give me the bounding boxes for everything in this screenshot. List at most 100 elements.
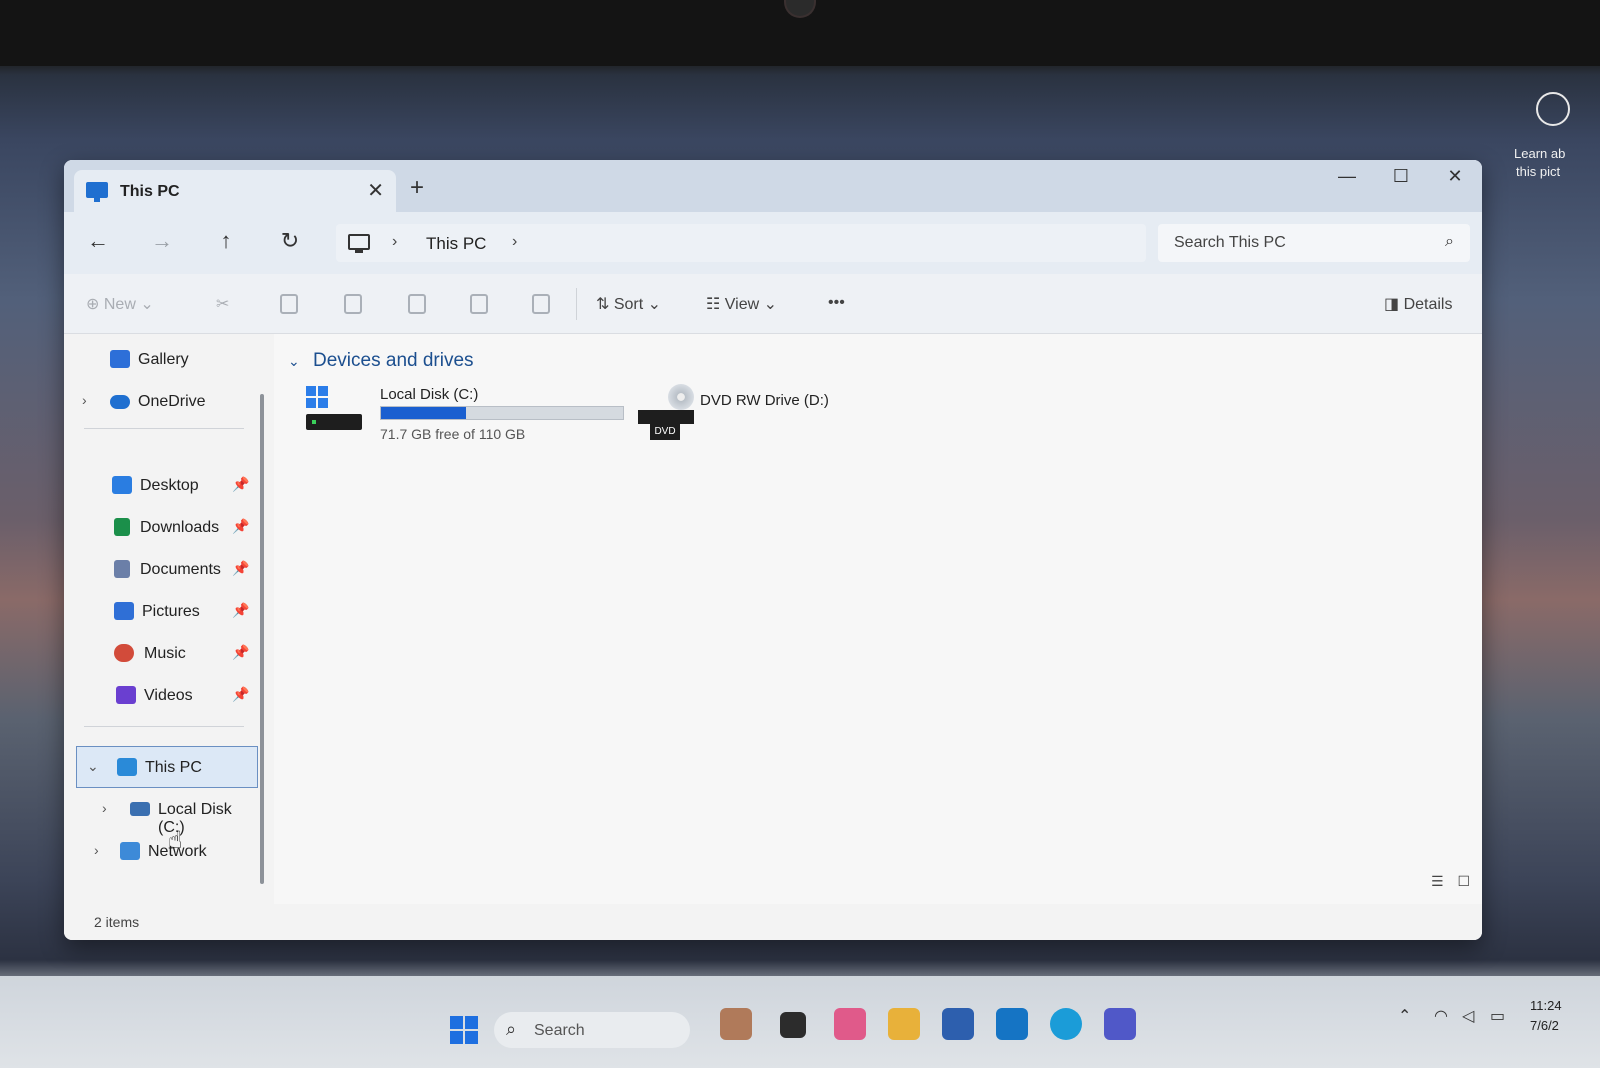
drive-free-space: 71.7 GB free of 110 GB	[380, 426, 526, 442]
onedrive-icon	[110, 395, 130, 409]
chevron-right-icon[interactable]: ›	[94, 842, 99, 858]
store-icon[interactable]	[942, 1008, 974, 1040]
breadcrumb[interactable]: › This PC ›	[336, 224, 1146, 262]
breadcrumb-separator[interactable]: ›	[392, 233, 397, 251]
widgets-icon[interactable]	[720, 1008, 752, 1040]
chevron-right-icon[interactable]: ›	[102, 800, 107, 816]
chevron-down-icon: ⌄	[140, 296, 154, 313]
task-view-icon[interactable]	[780, 1012, 806, 1038]
drive-tile-local-disk[interactable]: Local Disk (C:) 71.7 GB free of 110 GB	[304, 384, 634, 454]
edge-icon[interactable]	[1050, 1008, 1082, 1040]
search-placeholder: Search This PC	[1174, 234, 1286, 251]
file-explorer-icon[interactable]	[888, 1008, 920, 1040]
cut-button[interactable]: ✂	[216, 294, 229, 314]
computer-icon[interactable]	[348, 234, 370, 253]
group-header-label: Devices and drives	[313, 350, 474, 371]
forward-button[interactable]: →	[148, 230, 176, 252]
pin-icon[interactable]: 📌	[232, 476, 249, 493]
title-bar: This PC ✕ + — ☐ ✕	[64, 160, 1482, 212]
file-explorer-window: This PC ✕ + — ☐ ✕ ← → ↑ ↻ › This PC › Se…	[64, 160, 1482, 940]
tab-close-button[interactable]: ✕	[367, 178, 384, 203]
minimize-button[interactable]: —	[1332, 166, 1362, 187]
download-icon	[114, 518, 130, 536]
details-view-icon[interactable]: ☰	[1431, 873, 1444, 889]
learn-about-picture-label-2[interactable]: this pict	[1516, 164, 1560, 179]
pin-icon[interactable]: 📌	[232, 644, 249, 661]
taskbar-search-label: Search	[534, 1022, 585, 1039]
refresh-button[interactable]: ↻	[276, 230, 304, 252]
nav-item-network[interactable]: › Network	[64, 836, 260, 868]
pictures-icon	[114, 602, 134, 620]
nav-item-downloads[interactable]: Downloads 📌	[64, 512, 260, 544]
nav-item-local-disk[interactable]: › Local Disk (C:)	[64, 794, 260, 836]
nav-item-videos[interactable]: Videos 📌	[64, 680, 260, 712]
nav-item-label: OneDrive	[138, 393, 206, 410]
chevron-up-icon[interactable]: ⌃	[1398, 1006, 1411, 1026]
documents-icon	[114, 560, 130, 578]
drive-name: Local Disk (C:)	[380, 386, 479, 403]
nav-item-label: Gallery	[138, 351, 189, 368]
delete-button[interactable]	[532, 294, 550, 319]
new-button[interactable]: ⊕ New ⌄	[86, 294, 154, 314]
view-button[interactable]: ☷ View ⌄	[706, 294, 777, 314]
view-button-label: View	[724, 296, 760, 313]
outlook-icon[interactable]	[996, 1008, 1028, 1040]
nav-item-this-pc[interactable]: ⌄ This PC	[76, 746, 258, 788]
nav-scrollbar[interactable]	[260, 394, 264, 884]
nav-item-gallery[interactable]: Gallery	[64, 344, 260, 376]
chevron-right-icon[interactable]: ›	[82, 392, 87, 408]
learn-about-picture-icon[interactable]	[1536, 92, 1570, 126]
learn-about-picture-label-1[interactable]: Learn ab	[1514, 146, 1565, 161]
share-button[interactable]	[470, 294, 488, 319]
wifi-icon[interactable]: ◠	[1434, 1006, 1448, 1026]
rename-button[interactable]	[408, 294, 426, 319]
nav-item-desktop[interactable]: Desktop 📌	[64, 470, 260, 502]
view-icon: ☷	[706, 296, 721, 313]
details-button[interactable]: ◨ Details	[1384, 294, 1452, 314]
copy-button[interactable]	[280, 294, 298, 319]
paste-button[interactable]	[344, 294, 362, 319]
more-options-button[interactable]: •••	[828, 294, 845, 312]
copilot-icon[interactable]	[834, 1008, 866, 1040]
breadcrumb-separator[interactable]: ›	[512, 233, 517, 251]
start-button[interactable]	[450, 1016, 478, 1044]
pin-icon[interactable]: 📌	[232, 686, 249, 703]
pin-icon[interactable]: 📌	[232, 560, 249, 577]
nav-item-documents[interactable]: Documents 📌	[64, 554, 260, 586]
search-input[interactable]: Search This PC ⌕	[1158, 224, 1470, 262]
trash-icon	[532, 294, 550, 314]
breadcrumb-this-pc[interactable]: This PC	[426, 234, 486, 254]
rename-icon	[408, 294, 426, 314]
tab-this-pc[interactable]: This PC ✕	[74, 170, 396, 212]
nav-divider	[84, 726, 244, 727]
pin-icon[interactable]: 📌	[232, 602, 249, 619]
chevron-down-icon[interactable]: ⌄	[288, 353, 300, 369]
pin-icon[interactable]: 📌	[232, 518, 249, 535]
mouse-cursor-icon: ☝	[168, 827, 183, 854]
system-clock[interactable]: 11:24 7/6/2	[1530, 996, 1562, 1036]
back-button[interactable]: ←	[84, 230, 112, 252]
group-header-devices[interactable]: ⌄ Devices and drives	[288, 350, 474, 372]
tiles-view-icon[interactable]: ☐	[1457, 873, 1470, 889]
battery-icon[interactable]: ▭	[1490, 1006, 1505, 1026]
maximize-button[interactable]: ☐	[1386, 166, 1416, 187]
taskbar-search[interactable]: ⌕ Search	[494, 1012, 690, 1048]
paste-icon	[344, 294, 362, 314]
screen-bezel	[0, 0, 1600, 66]
teams-icon[interactable]	[1104, 1008, 1136, 1040]
nav-item-onedrive[interactable]: › OneDrive	[64, 386, 260, 418]
nav-item-label: Videos	[144, 687, 193, 704]
nav-item-pictures[interactable]: Pictures 📌	[64, 596, 260, 628]
drive-tile-dvd[interactable]: DVD DVD RW Drive (D:)	[638, 384, 868, 454]
up-button[interactable]: ↑	[212, 230, 240, 252]
command-bar: ⊕ New ⌄ ✂ ⇅ Sort ⌄ ☷ View ⌄ ••• ◨ Detail…	[64, 274, 1482, 334]
chevron-down-icon[interactable]: ⌄	[87, 758, 99, 775]
volume-icon[interactable]: ◁	[1462, 1006, 1474, 1026]
sort-button[interactable]: ⇅ Sort ⌄	[596, 294, 661, 314]
search-icon[interactable]: ⌕	[1445, 233, 1454, 251]
nav-item-music[interactable]: Music 📌	[64, 638, 260, 670]
close-button[interactable]: ✕	[1440, 166, 1470, 187]
chevron-down-icon: ⌄	[647, 296, 662, 313]
new-tab-button[interactable]: +	[410, 176, 424, 200]
sort-button-label: Sort	[613, 296, 644, 313]
